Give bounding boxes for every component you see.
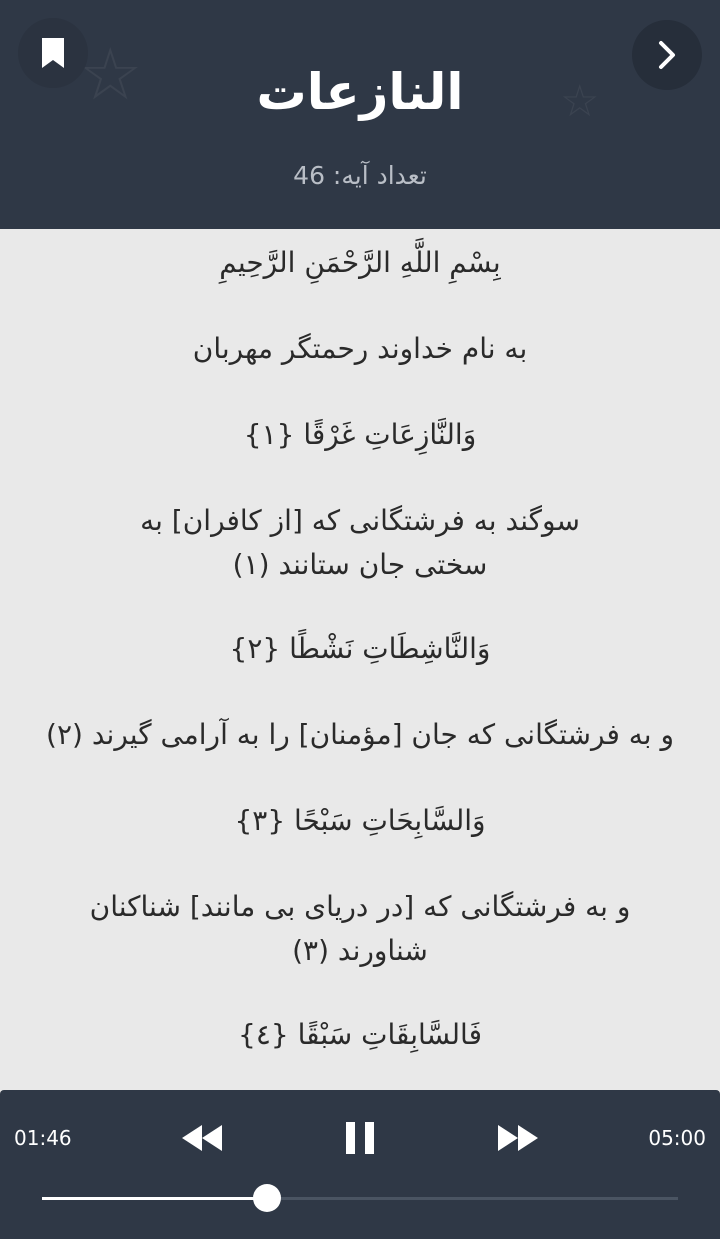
surah-title: النازعات [256, 63, 464, 121]
rewind-button[interactable] [176, 1114, 228, 1162]
seek-bar-progress [42, 1197, 267, 1200]
rewind-icon [182, 1125, 222, 1151]
verse-translation: سوگند به فرشتگانی که [از کافران] به سختی… [140, 504, 580, 581]
verse-arabic: وَالنَّازِعَاتِ غَرْقًا {١} [243, 418, 477, 451]
verse-list[interactable]: بِسْمِ اللَّهِ الرَّحْمَنِ الرَّحِيمِ به… [0, 229, 720, 1090]
pause-icon [346, 1122, 374, 1154]
verse-arabic: وَالنَّاشِطَاتِ نَشْطًا {٢} [229, 632, 491, 665]
ayah-count: تعداد آیه: 46 [293, 161, 427, 190]
verse-arabic: بِسْمِ اللَّهِ الرَّحْمَنِ الرَّحِيمِ [219, 246, 501, 279]
verse-arabic: فَالسَّابِقَاتِ سَبْقًا {٤} [238, 1018, 482, 1051]
surah-header: ☆ ☆ النازعات تعداد آیه: 46 [0, 0, 720, 229]
pause-button[interactable] [336, 1114, 384, 1162]
total-time: 05:00 [648, 1126, 706, 1150]
seek-bar[interactable] [42, 1184, 678, 1212]
fast-forward-icon [498, 1125, 538, 1151]
seek-bar-thumb[interactable] [252, 1184, 281, 1212]
fast-forward-button[interactable] [492, 1114, 544, 1162]
current-time: 01:46 [14, 1126, 72, 1150]
verse-translation: و به فرشتگانی که [در دریای بی مانند] شنا… [89, 890, 631, 967]
verse-translation: و به فرشتگانی که جان [مؤمنان] را به آرام… [46, 718, 674, 751]
audio-player: 01:46 05:00 [0, 1090, 720, 1239]
verse-arabic: وَالسَّابِحَاتِ سَبْحًا {٣} [234, 804, 486, 837]
verse-translation: به نام خداوند رحمتگر مهربان [192, 332, 528, 365]
